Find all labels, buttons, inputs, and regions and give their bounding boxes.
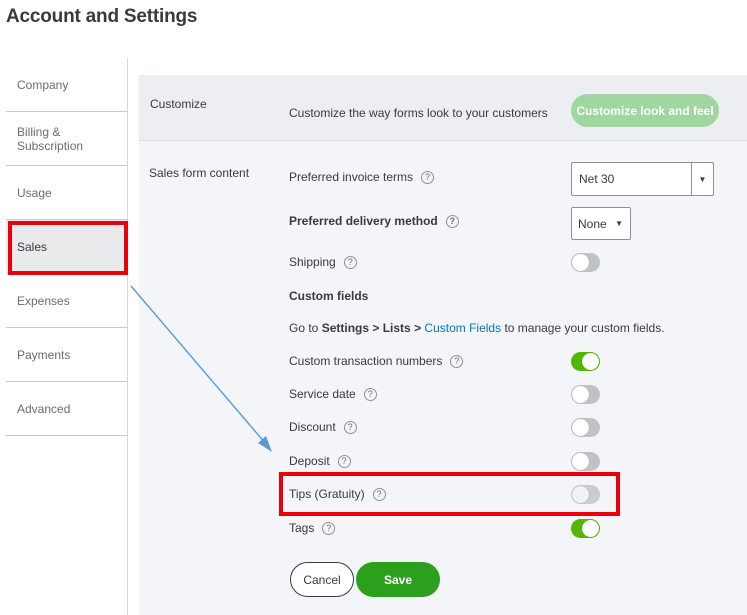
custom-fields-heading: Custom fields (289, 289, 369, 303)
custom-fields-link[interactable]: Custom Fields (424, 321, 501, 335)
help-icon[interactable]: ? (337, 454, 351, 468)
custom-fields-help-text: Go to Settings > Lists > Custom Fields t… (289, 321, 665, 335)
settings-path: Settings (321, 321, 370, 335)
deposit-text: Deposit (289, 454, 330, 468)
sidebar-item-company[interactable]: Company (6, 58, 127, 112)
sidebar-divider (127, 58, 128, 615)
toggle-knob (572, 419, 589, 436)
service-date-label: Service date ? (289, 387, 377, 401)
settings-panel: Customize Customize the way forms look t… (139, 75, 747, 615)
path-separator: > (369, 321, 383, 335)
customize-description: Customize the way forms look to your cus… (289, 106, 548, 120)
tags-label: Tags ? (289, 521, 336, 535)
discount-label: Discount ? (289, 420, 357, 434)
lists-path: Lists (382, 321, 411, 335)
invoice-terms-value: Net 30 (579, 172, 615, 186)
help-icon[interactable]: ? (421, 170, 435, 184)
toggle-knob (572, 254, 589, 271)
chevron-down-icon[interactable]: ▼ (691, 163, 713, 195)
customize-row: Customize Customize the way forms look t… (139, 75, 747, 141)
shipping-label: Shipping ? (289, 255, 357, 269)
toggle-knob (582, 353, 599, 370)
custom-transaction-numbers-toggle[interactable] (571, 352, 600, 371)
save-button[interactable]: Save (356, 562, 440, 597)
delivery-method-value: None (578, 216, 607, 231)
help-icon[interactable]: ? (363, 387, 377, 401)
sidebar-item-billing[interactable]: Billing & Subscription (6, 112, 127, 166)
deposit-label: Deposit ? (289, 454, 351, 468)
toggle-knob (572, 453, 589, 470)
help-icon[interactable]: ? (445, 214, 459, 228)
sidebar-item-expenses[interactable]: Expenses (6, 274, 127, 328)
tags-toggle[interactable] (571, 519, 600, 538)
help-icon[interactable]: ? (322, 521, 336, 535)
customize-look-button[interactable]: Customize look and feel (571, 94, 719, 127)
discount-toggle[interactable] (571, 418, 600, 437)
toggle-knob (582, 520, 599, 537)
sidebar-item-payments[interactable]: Payments (6, 328, 127, 382)
chevron-down-icon[interactable]: ▼ (615, 219, 623, 228)
cancel-button[interactable]: Cancel (290, 562, 354, 597)
toggle-knob (572, 386, 589, 403)
manage-suffix: to manage your custom fields. (501, 321, 665, 335)
shipping-text: Shipping (289, 255, 336, 269)
deposit-toggle[interactable] (571, 452, 600, 471)
custom-transaction-numbers-label: Custom transaction numbers ? (289, 354, 464, 368)
service-date-toggle[interactable] (571, 385, 600, 404)
invoice-terms-label: Preferred invoice terms ? (289, 170, 435, 184)
sidebar-item-advanced[interactable]: Advanced (6, 382, 127, 436)
sales-form-section-label: Sales form content (149, 166, 250, 180)
delivery-method-label: Preferred delivery method ? (289, 214, 459, 228)
help-icon[interactable]: ? (343, 420, 357, 434)
invoice-terms-select[interactable]: Net 30 ▼ (571, 162, 714, 196)
tips-highlight-box (279, 472, 620, 516)
delivery-method-select[interactable]: None ▼ (571, 207, 631, 240)
discount-text: Discount (289, 420, 336, 434)
delivery-method-text: Preferred delivery method (289, 214, 438, 228)
sales-highlight-box (8, 221, 128, 275)
invoice-terms-text: Preferred invoice terms (289, 170, 414, 184)
manage-prefix: Go to (289, 321, 322, 335)
custom-transaction-numbers-text: Custom transaction numbers (289, 354, 443, 368)
service-date-text: Service date (289, 387, 356, 401)
sidebar-item-usage[interactable]: Usage (6, 166, 127, 220)
help-icon[interactable]: ? (450, 354, 464, 368)
path-separator: > (410, 321, 425, 335)
page-title: Account and Settings (6, 6, 198, 27)
customize-section-label: Customize (150, 97, 207, 111)
shipping-toggle[interactable] (571, 253, 600, 272)
help-icon[interactable]: ? (343, 255, 357, 269)
tags-text: Tags (289, 521, 315, 535)
